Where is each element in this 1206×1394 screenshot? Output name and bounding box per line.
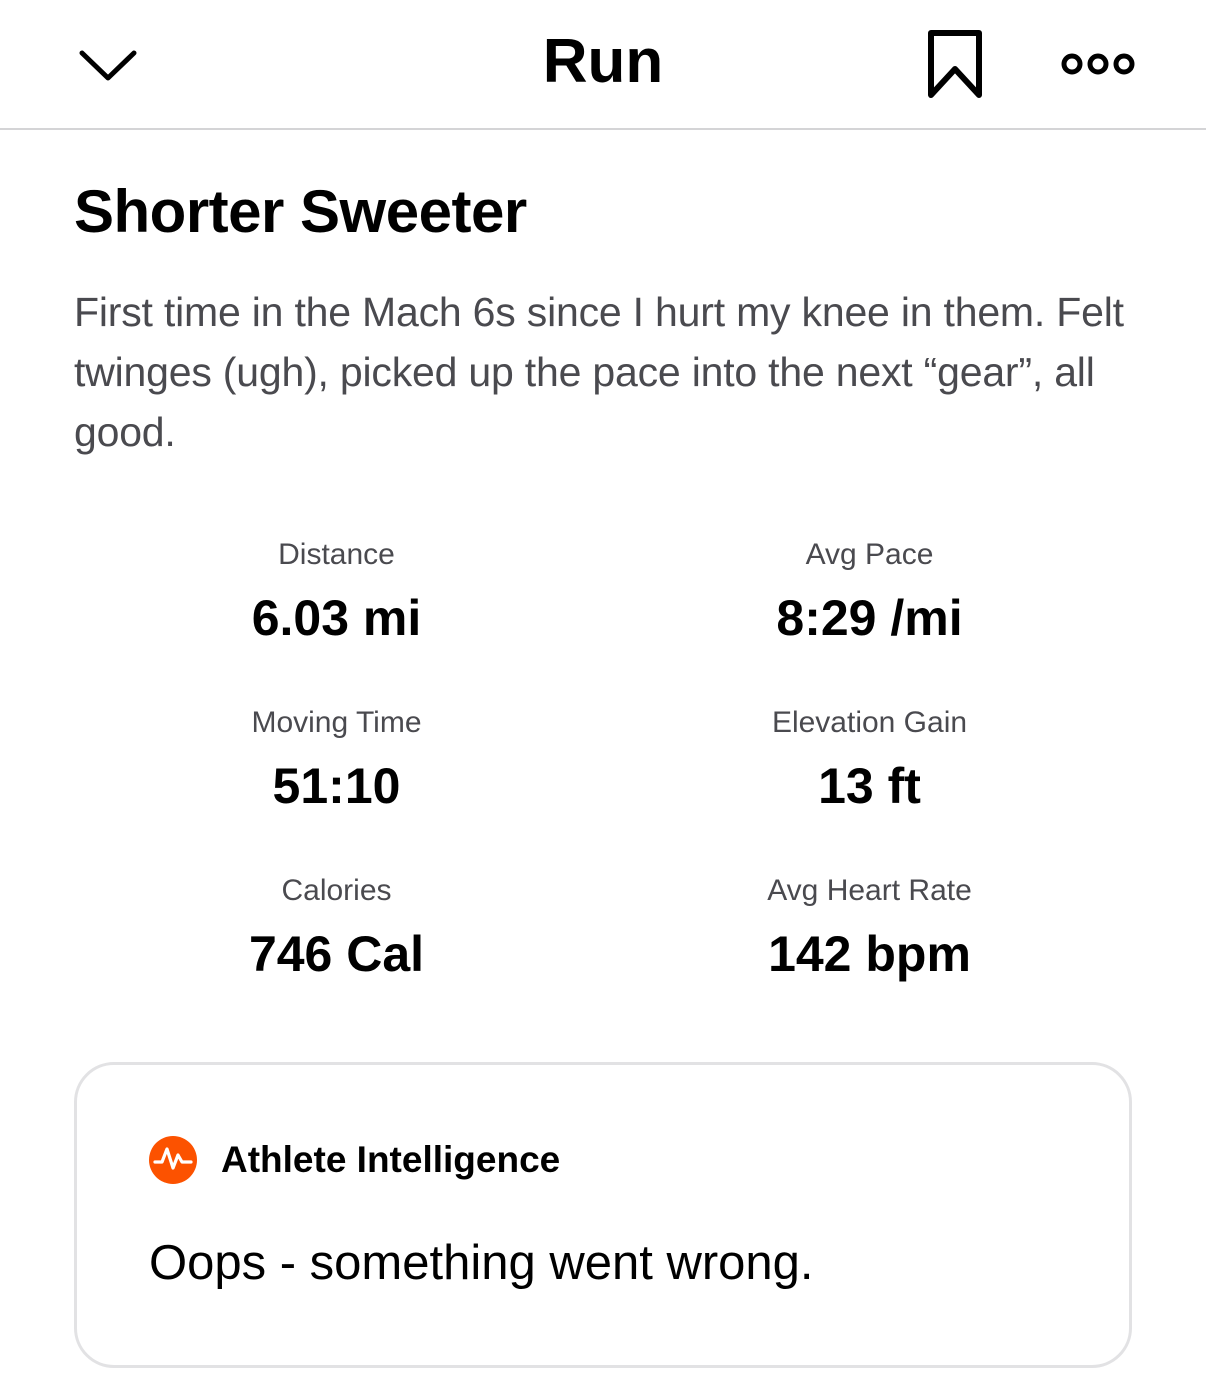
more-options-button[interactable] [1052,36,1144,92]
stat-value: 8:29 /mi [776,590,963,646]
stat-value: 6.03 mi [251,590,422,646]
athlete-intelligence-message: Oops - something went wrong. [149,1236,814,1290]
page-title: Run [542,27,664,96]
stat-calories: Calories 746 Cal [70,866,603,992]
activity-description: First time in the Mach 6s since I hurt m… [74,289,1124,455]
stat-label: Avg Heart Rate [767,874,972,907]
stat-value: 746 Cal [248,926,425,982]
stat-elevation-gain: Elevation Gain 13 ft [603,698,1136,824]
athlete-intelligence-header: Athlete Intelligence [149,1135,560,1185]
save-button[interactable] [915,22,995,106]
stat-moving-time: Moving Time 51:10 [70,698,603,824]
stat-value: 142 bpm [768,926,971,982]
activity-title: Shorter Sweeter [74,178,527,245]
athlete-intelligence-card[interactable]: Athlete Intelligence Oops - something we… [74,1062,1132,1368]
stat-label: Calories [281,874,392,907]
more-options-icon [1061,53,1135,75]
athlete-intelligence-title: Athlete Intelligence [221,1139,561,1180]
stat-value: 13 ft [818,758,921,814]
stats-grid: Distance 6.03 mi Avg Pace 8:29 /mi Movin… [70,530,1136,992]
stat-label: Elevation Gain [771,706,968,739]
stat-label: Avg Pace [805,538,934,571]
stat-distance: Distance 6.03 mi [70,530,603,656]
strava-logo-icon [149,1136,197,1184]
stat-label: Moving Time [251,706,422,739]
stat-avg-pace: Avg Pace 8:29 /mi [603,530,1136,656]
stat-value: 51:10 [272,758,401,814]
stat-label: Distance [278,538,395,571]
bookmark-icon [928,30,982,98]
stat-avg-heart-rate: Avg Heart Rate 142 bpm [603,866,1136,992]
top-bar: Run [0,0,1206,130]
